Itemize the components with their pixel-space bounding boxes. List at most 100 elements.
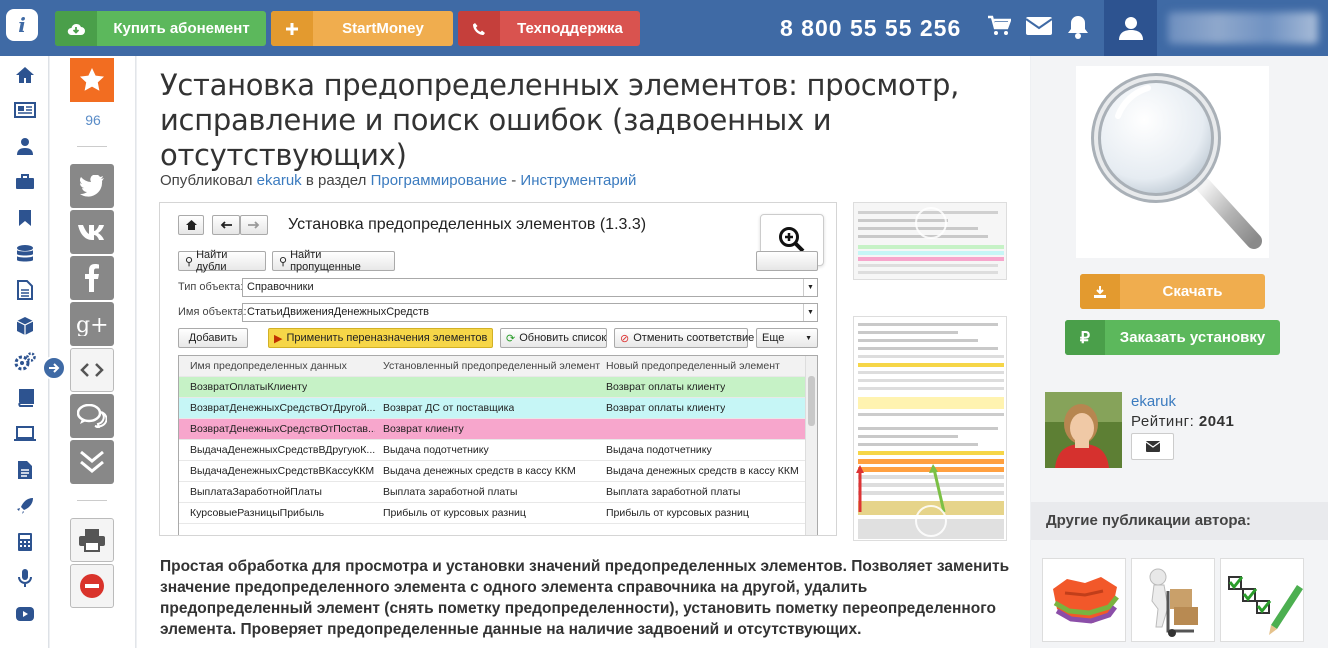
support-label: Техподдержка — [517, 20, 623, 37]
gears-icon[interactable] — [14, 352, 36, 372]
scroll-down-icon — [915, 505, 947, 537]
left-nav — [0, 56, 49, 648]
cube-icon[interactable] — [14, 316, 36, 336]
file-icon[interactable] — [14, 460, 36, 480]
add-button: Добавить — [178, 328, 248, 348]
share-google-plus-button[interactable]: g+ — [70, 302, 114, 346]
embed-code-button[interactable] — [70, 348, 114, 392]
subsection-link[interactable]: Инструментарий — [520, 172, 636, 189]
publication-tile[interactable] — [1131, 558, 1215, 642]
bell-icon[interactable] — [1066, 14, 1090, 45]
scroll-down-button[interactable] — [70, 440, 114, 484]
startmoney-button[interactable]: StartMoney — [271, 11, 453, 46]
phone-icon — [458, 11, 500, 46]
site-logo[interactable]: i — [6, 9, 38, 41]
microphone-icon[interactable] — [14, 568, 36, 588]
social-column: 96 g+ — [50, 56, 136, 648]
table-row: ВозвратДенежныхСредствОтДругой... Возврат… — [179, 398, 805, 419]
molds-image — [1053, 577, 1119, 624]
calculator-icon[interactable] — [14, 532, 36, 552]
order-install-button[interactable]: ₽ Заказать установку — [1065, 320, 1280, 355]
main-screenshot[interactable]: Установка предопределенных элементов (1.… — [159, 202, 837, 536]
database-icon[interactable] — [14, 244, 36, 264]
buy-subscription-label: Купить абонемент — [113, 20, 250, 37]
favorite-button[interactable] — [70, 58, 114, 102]
table-cell: Выдача денежных средств в кассу ККМ — [606, 465, 799, 477]
google-plus-icon: g+ — [76, 313, 109, 336]
rocket-icon[interactable] — [14, 496, 36, 516]
back-icon — [212, 215, 240, 235]
table-row: ВыдачаДенежныхСредствВКассуККМ Выдача ден… — [179, 461, 805, 482]
download-label: Скачать — [1162, 283, 1223, 300]
user-icon[interactable] — [14, 136, 36, 156]
author-avatar[interactable] — [1045, 392, 1122, 468]
author-link[interactable]: ekaruk — [257, 172, 302, 189]
publication-tile[interactable] — [1042, 558, 1126, 642]
laptop-icon[interactable] — [14, 424, 36, 444]
dropdown-arrow-icon: ▼ — [805, 334, 812, 342]
apply-button: ▶ Применить переназначения элементов — [268, 328, 493, 348]
comments-button[interactable] — [70, 394, 114, 438]
table-cell: Возврат оплаты клиенту — [606, 381, 726, 393]
table-row: ВозвратДенежныхСредствОтПостав... Возврат… — [179, 419, 805, 440]
article-description: Простая обработка для просмотра и устано… — [160, 558, 1010, 638]
table-cell: Возврат ДС от поставщика — [383, 402, 515, 414]
author-name-link[interactable]: ekaruk — [1131, 393, 1176, 410]
youtube-icon[interactable] — [14, 604, 36, 624]
home-icon[interactable] — [14, 65, 36, 85]
search-icon: ⚲ — [185, 255, 194, 268]
message-author-button[interactable] — [1131, 433, 1174, 460]
share-vk-button[interactable] — [70, 210, 114, 254]
phone-number[interactable]: 8 800 55 55 256 — [780, 15, 961, 42]
buy-subscription-button[interactable]: Купить абонемент — [55, 11, 266, 46]
briefcase-icon[interactable] — [14, 172, 36, 192]
document-icon[interactable] — [14, 280, 36, 300]
share-twitter-button[interactable] — [70, 164, 114, 208]
section-link[interactable]: Программирование — [371, 172, 507, 189]
screenshot-thumbnail-2[interactable] — [853, 316, 1007, 541]
screenshot-extra-button — [756, 251, 818, 271]
cart-icon[interactable] — [987, 14, 1012, 43]
screenshot-thumbnail-1[interactable] — [853, 202, 1007, 280]
screenshot-window-title: Установка предопределенных элементов (1.… — [288, 216, 647, 233]
publication-tile[interactable] — [1220, 558, 1304, 642]
table-cell: Прибыль от курсовых разниц — [383, 507, 526, 519]
print-button[interactable] — [70, 518, 114, 562]
comments-icon — [77, 404, 107, 428]
type-label: Тип объекта: — [178, 281, 244, 293]
column-header: Установленный предопределенный элемент — [383, 360, 601, 372]
refresh-label: Обновить список — [519, 332, 607, 344]
download-icon — [1080, 274, 1120, 309]
book-icon[interactable] — [14, 388, 36, 408]
nav-expand-button[interactable] — [42, 356, 66, 380]
envelope-icon — [1145, 441, 1160, 452]
star-icon — [80, 68, 104, 91]
support-button[interactable]: Техподдержка — [458, 11, 640, 46]
refresh-icon: ⟳ — [506, 332, 516, 345]
table-cell: Возврат клиенту — [383, 423, 464, 435]
table-row: ВыдачаДенежныхСредствВДругуюК... Выдача п… — [179, 440, 805, 461]
more-button: Еще ▼ — [756, 328, 818, 348]
delivery-image — [1149, 568, 1198, 637]
meta-separator: - — [511, 172, 517, 189]
printer-icon — [79, 529, 105, 552]
table-row: КурсовыеРазницыПрибыль Прибыль от курсовы… — [179, 503, 805, 524]
other-publications-header: Другие публикации автора: — [1031, 502, 1328, 540]
refresh-button: ⟳ Обновить список — [500, 328, 607, 348]
news-icon[interactable] — [14, 100, 36, 120]
favorite-count: 96 — [85, 112, 101, 128]
report-button[interactable] — [70, 564, 114, 608]
table-cell: ВозвратОплатыКлиенту — [190, 381, 308, 393]
type-value: Справочники — [247, 281, 314, 293]
table-cell: Возврат оплаты клиенту — [606, 402, 726, 414]
mail-icon[interactable] — [1025, 14, 1053, 43]
user-name-blurred — [1168, 12, 1318, 44]
user-menu-button[interactable] — [1104, 0, 1157, 56]
column-header: Новый предопределенный элемент — [606, 360, 780, 372]
order-install-label: Заказать установку — [1119, 329, 1266, 346]
meta-prefix: Опубликовал — [160, 172, 253, 189]
find-dupes-label: Найти дубли — [196, 249, 228, 273]
download-button[interactable]: Скачать — [1080, 274, 1265, 309]
bookmark-icon[interactable] — [14, 208, 36, 228]
share-facebook-button[interactable] — [70, 256, 114, 300]
